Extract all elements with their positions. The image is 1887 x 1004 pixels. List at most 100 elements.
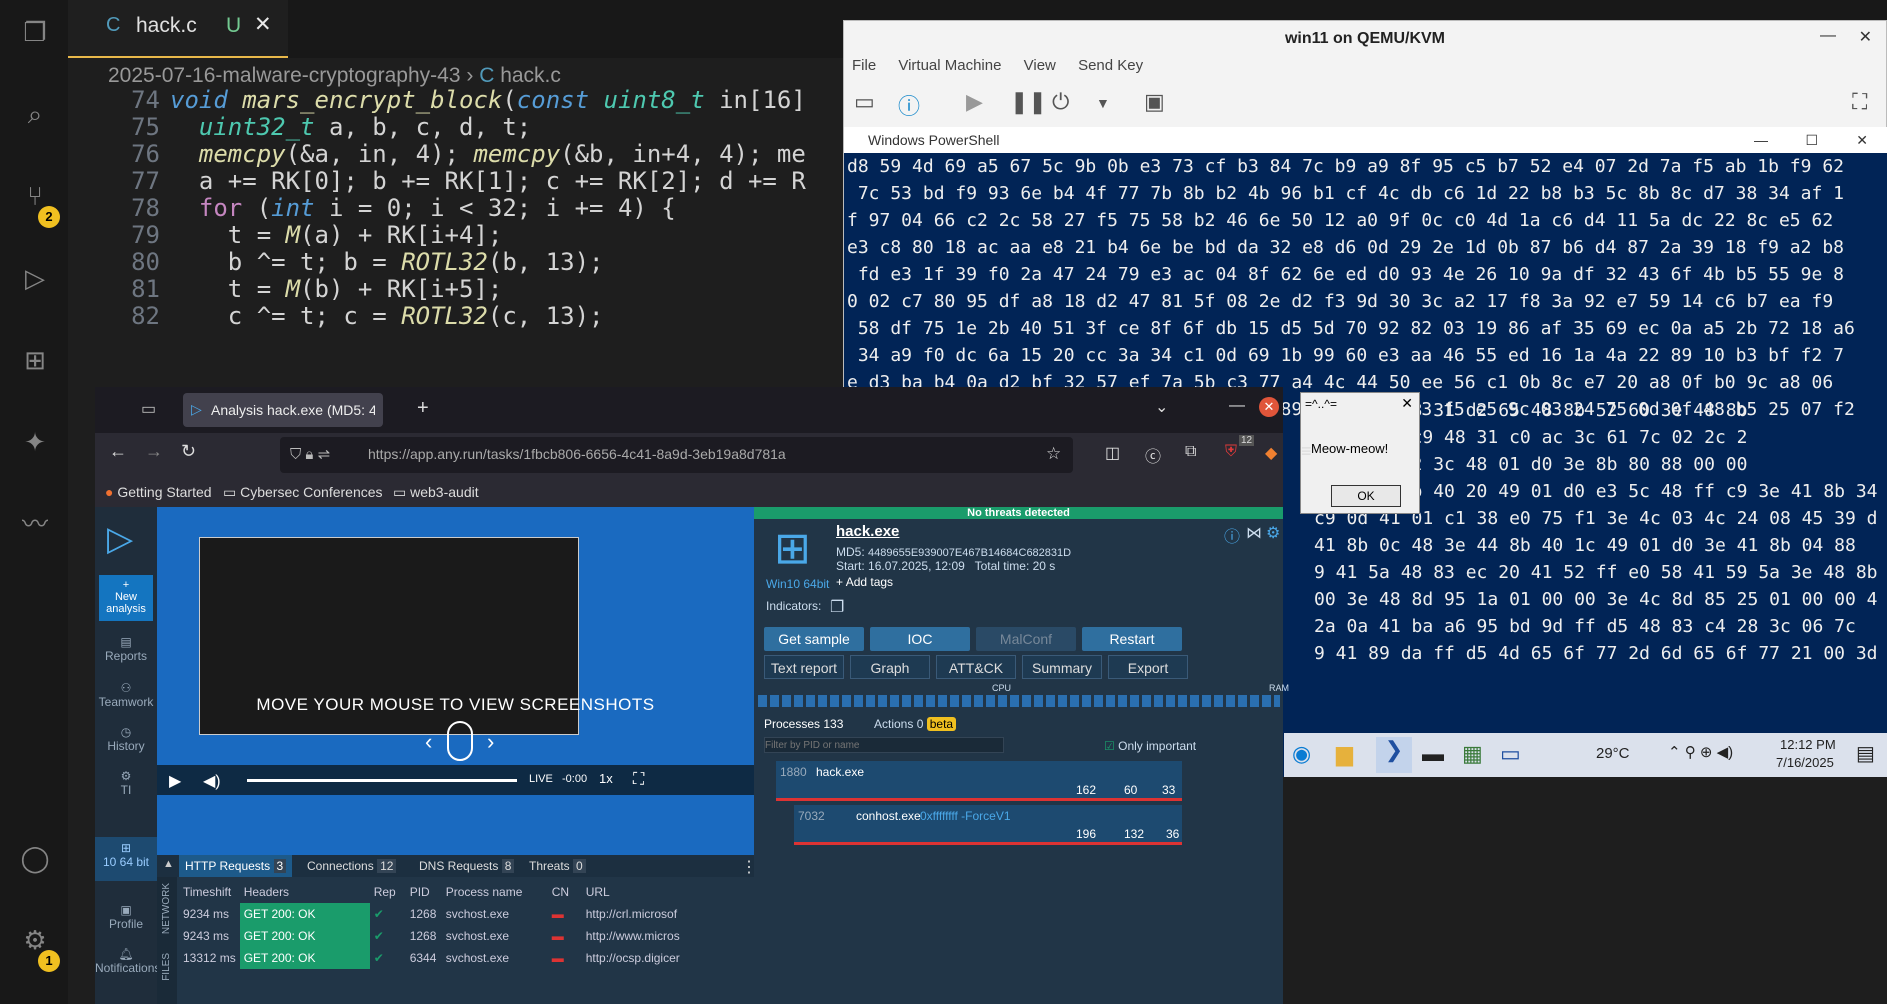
- close-icon[interactable]: ✕: [1859, 27, 1872, 47]
- debug-icon[interactable]: ▷: [18, 262, 52, 296]
- fullscreen-icon[interactable]: ⛶: [633, 771, 644, 789]
- shield-icon[interactable]: ⛉ 🔒︎ ⇌: [290, 445, 330, 463]
- close-icon[interactable]: ✕: [254, 12, 272, 37]
- new-analysis-button[interactable]: + New analysis: [99, 575, 153, 621]
- tab-dns-requests[interactable]: DNS Requests 8: [419, 859, 515, 873]
- tray-icons[interactable]: ⌃ ⚲ ⊕ ◀): [1668, 743, 1733, 761]
- prev-icon[interactable]: ‹: [425, 729, 432, 755]
- menu-virtual-machine[interactable]: Virtual Machine: [898, 57, 1001, 74]
- console-icon[interactable]: ▭: [854, 89, 875, 115]
- weather-temp[interactable]: 29°C: [1596, 745, 1630, 762]
- close-icon[interactable]: ✕: [1259, 397, 1279, 417]
- tab-connections[interactable]: Connections 12: [307, 859, 397, 873]
- ok-button[interactable]: OK: [1331, 485, 1401, 507]
- terminal-icon[interactable]: ▬: [1422, 741, 1444, 767]
- code-line[interactable]: for (int i = 0; i < 32; i += 4) {: [170, 194, 676, 222]
- app-icon[interactable]: ▦: [1462, 741, 1483, 767]
- account-icon[interactable]: ⓒ: [1145, 443, 1161, 467]
- code-line[interactable]: c ^= t; c = ROTL32(c, 13);: [170, 302, 604, 330]
- os-link[interactable]: ⊞ 10 64 bit: [95, 837, 157, 881]
- get-sample-button[interactable]: Get sample: [764, 627, 864, 651]
- volume-icon[interactable]: ◀): [203, 771, 221, 791]
- speed-button[interactable]: 1x: [599, 771, 613, 786]
- folder-icon[interactable]: ▆: [1336, 741, 1353, 767]
- dialog-taskbar-icon[interactable]: ▭: [1500, 741, 1521, 767]
- snapshot-icon[interactable]: ▣: [1144, 89, 1165, 115]
- clock-date[interactable]: 7/16/2025: [1776, 755, 1834, 770]
- ublock-icon[interactable]: ⛨: [1225, 443, 1237, 461]
- forward-icon[interactable]: →: [145, 441, 163, 462]
- reports-link[interactable]: ▤ Reports: [95, 635, 157, 663]
- malconf-button[interactable]: MalConf: [976, 627, 1076, 651]
- tab-threats[interactable]: Threats 0: [529, 859, 586, 873]
- play-icon[interactable]: ▶: [966, 89, 983, 115]
- text-report-button[interactable]: Text report: [764, 655, 844, 679]
- chevron-down-icon[interactable]: ▼: [1096, 95, 1110, 111]
- info-icon[interactable]: ⓘ: [898, 89, 920, 121]
- summary-button[interactable]: Summary: [1022, 655, 1102, 679]
- url-text[interactable]: https://app.any.run/tasks/1fbcb806-6656-…: [368, 446, 786, 462]
- actions-tab[interactable]: Actions 0 beta: [874, 717, 957, 731]
- bookmark-getting-started[interactable]: ● Getting Started: [105, 484, 212, 500]
- collapse-icon[interactable]: ▲: [163, 858, 174, 870]
- minimize-icon[interactable]: —: [1229, 397, 1245, 415]
- process-filter-input[interactable]: [764, 737, 1004, 753]
- code-line[interactable]: t = M(a) + RK[i+4];: [170, 221, 503, 249]
- menu-send-key[interactable]: Send Key: [1078, 57, 1143, 74]
- powershell-taskbar-icon[interactable]: ❯: [1376, 737, 1412, 773]
- attck-button[interactable]: ATT&CK: [936, 655, 1016, 679]
- reload-icon[interactable]: ↻: [181, 441, 196, 462]
- code-line[interactable]: t = M(b) + RK[i+5];: [170, 275, 503, 303]
- restart-button[interactable]: Restart: [1082, 627, 1182, 651]
- minimize-icon[interactable]: —: [1820, 27, 1836, 45]
- url-bar[interactable]: ⛉ 🔒︎ ⇌ https://app.any.run/tasks/1fbcb80…: [280, 437, 1073, 473]
- pause-icon[interactable]: ❚❚: [1010, 89, 1047, 115]
- fullscreen-icon[interactable]: ⛶: [1852, 89, 1867, 115]
- metamask-icon[interactable]: ◆: [1265, 443, 1277, 463]
- extensions-icon[interactable]: ⧉: [1185, 443, 1196, 461]
- star-icon[interactable]: ☆: [1046, 444, 1061, 464]
- browser-tab[interactable]: ▷ Analysis hack.exe (MD5: 448: [183, 393, 383, 427]
- add-tags-button[interactable]: + Add tags: [836, 575, 893, 589]
- history-link[interactable]: ◷ History: [95, 725, 157, 753]
- only-important-checkbox[interactable]: ☑ Only important: [1104, 739, 1196, 753]
- close-icon[interactable]: ✕: [1856, 127, 1868, 153]
- clock-time[interactable]: 12:12 PM: [1780, 737, 1836, 752]
- edge-icon[interactable]: ◉: [1292, 741, 1311, 767]
- table-row[interactable]: 9243 ms GET 200: OK ✔ 1268 svchost.exe ▬ http:…: [179, 925, 684, 947]
- breadcrumb-folder[interactable]: 2025-07-16-malware-cryptography-43: [108, 64, 461, 87]
- tab-hack-c[interactable]: C hack.c U ✕: [68, 0, 288, 58]
- power-icon[interactable]: ⏻: [1052, 89, 1069, 115]
- pocket-icon[interactable]: ◫: [1105, 443, 1120, 463]
- code-line[interactable]: memcpy(&a, in, 4); memcpy(&b, in+4, 4); …: [170, 140, 806, 168]
- share-icon[interactable]: ⋈: [1246, 523, 1262, 543]
- ti-link[interactable]: ⚙ TI: [95, 769, 157, 797]
- account-icon[interactable]: ◯: [18, 842, 52, 876]
- ioc-button[interactable]: IOC: [870, 627, 970, 651]
- file-name[interactable]: hack.exe: [836, 523, 899, 540]
- bookmark-cybersec[interactable]: ▭ Cybersec Conferences: [223, 484, 383, 501]
- code-line[interactable]: a += RK[0]; b += RK[1]; c += RK[2]; d +=…: [170, 167, 806, 195]
- files-side-tab[interactable]: FILES: [161, 953, 172, 981]
- play-icon[interactable]: ▶: [169, 771, 181, 791]
- process-row[interactable]: 7032 conhost.exe 0xffffffff -ForceV1 196 132…: [794, 805, 1182, 845]
- export-button[interactable]: Export: [1108, 655, 1188, 679]
- teamwork-link[interactable]: ⚇ Teamwork: [95, 681, 157, 709]
- bookmark-web3[interactable]: ▭ web3-audit: [393, 484, 479, 501]
- close-icon[interactable]: ✕: [1401, 395, 1413, 412]
- next-icon[interactable]: ›: [487, 729, 494, 755]
- notification-icon[interactable]: ▤: [1856, 741, 1875, 766]
- processes-tab[interactable]: Processes 133: [764, 717, 843, 731]
- gear-icon[interactable]: ⚙: [1266, 523, 1280, 543]
- code-line[interactable]: b ^= t; b = ROTL32(b, 13);: [170, 248, 604, 276]
- copilot-icon[interactable]: ✦: [18, 426, 52, 460]
- back-icon[interactable]: ←: [109, 441, 127, 462]
- extensions-icon[interactable]: ⊞: [18, 344, 52, 378]
- process-row[interactable]: 1880 hack.exe 162 60 33: [776, 761, 1182, 801]
- explorer-icon[interactable]: ❐: [18, 16, 52, 50]
- search-icon[interactable]: ⌕: [18, 98, 52, 132]
- notifications-link[interactable]: 🔔︎ Notifications: [95, 947, 160, 975]
- menu-file[interactable]: File: [852, 57, 876, 74]
- info-icon[interactable]: ⓘ: [1224, 523, 1240, 547]
- chevron-down-icon[interactable]: ⌄: [1155, 397, 1168, 417]
